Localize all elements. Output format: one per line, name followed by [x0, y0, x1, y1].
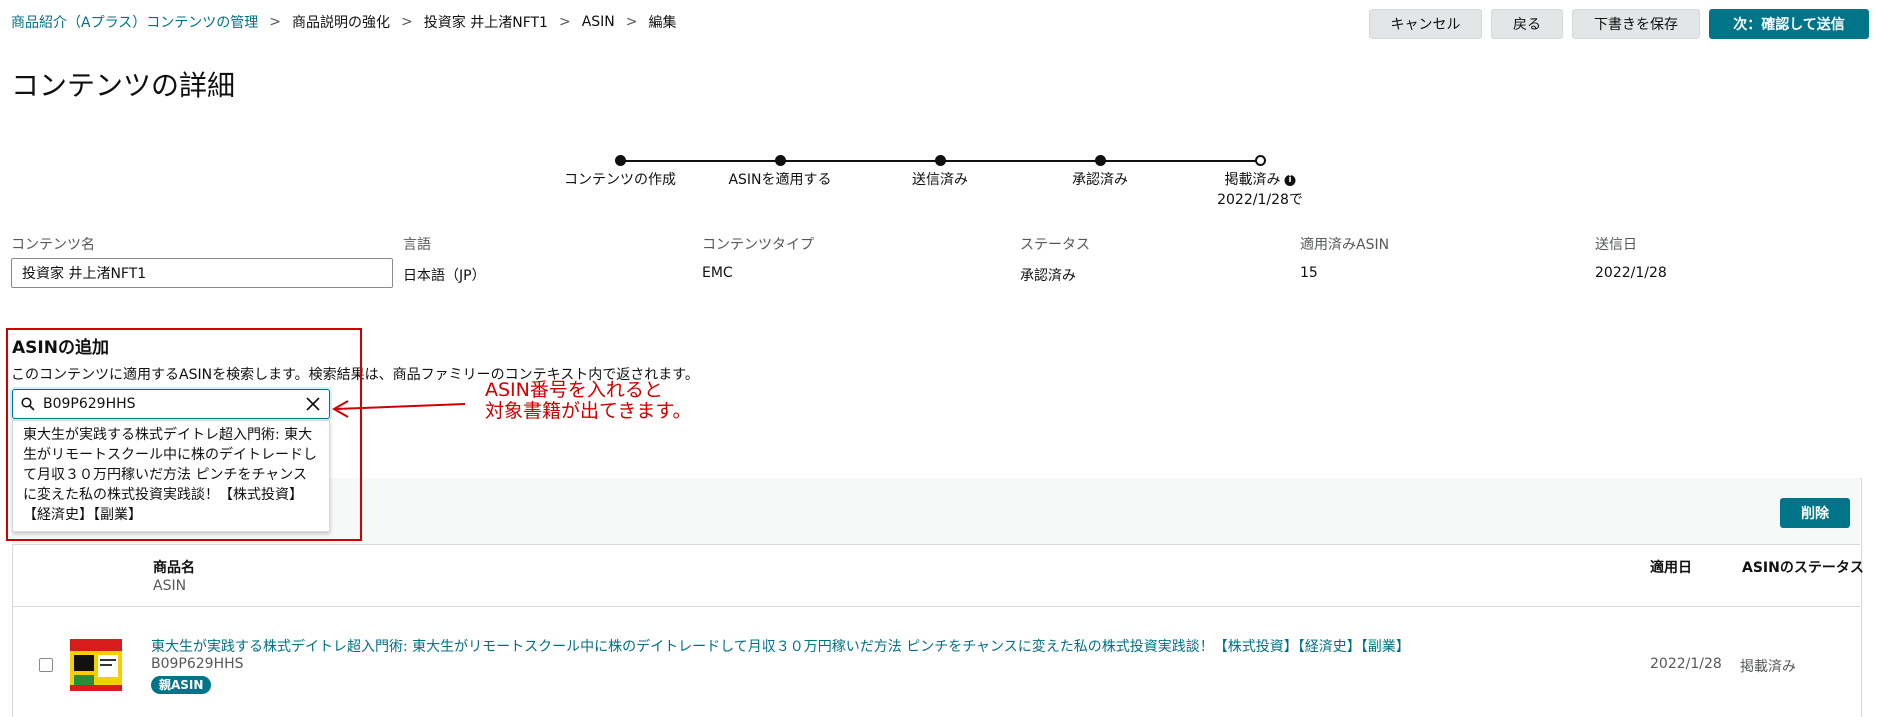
step-label-apply-asin: ASINを適用する — [728, 172, 832, 188]
delete-button[interactable]: 削除 — [1780, 498, 1850, 528]
breadcrumb-item-asin: ASIN — [581, 14, 615, 30]
info-icon[interactable]: i — [1284, 174, 1296, 186]
col-header-asin: ASIN — [153, 578, 187, 594]
step-label-published: 掲載済み i — [1225, 169, 1296, 189]
breadcrumb: 商品紹介（Aプラス）コンテンツの管理 > 商品説明の強化 > 投資家 井上渚NF… — [11, 12, 677, 32]
annotation-arrow-icon — [331, 400, 466, 418]
content-name-value: 投資家 井上渚NFT1 — [22, 266, 147, 282]
breadcrumb-separator: > — [401, 14, 413, 30]
step-dot-complete — [935, 155, 946, 166]
save-draft-button[interactable]: 下書きを保存 — [1572, 9, 1700, 39]
page-title: コンテンツの詳細 — [11, 69, 236, 102]
cancel-button[interactable]: キャンセル — [1369, 9, 1482, 39]
content-name-label: コンテンツ名 — [11, 237, 95, 253]
col-header-asin-status: ASINのステータス — [1742, 560, 1864, 576]
applied-asin-value: 15 — [1300, 265, 1318, 281]
status-value: 承認済み — [1020, 268, 1076, 284]
content-name-input[interactable]: 投資家 井上渚NFT1 — [11, 258, 393, 288]
row-checkbox[interactable] — [39, 658, 53, 672]
breadcrumb-item-enhanced: 商品説明の強化 — [292, 15, 391, 31]
col-header-product-name: 商品名 — [153, 560, 195, 576]
language-value: 日本語（JP） — [403, 268, 486, 284]
step-label-published-text: 掲載済み — [1224, 172, 1281, 188]
annotation-note: ASIN番号を入れると 対象書籍が出てきます。 — [485, 379, 692, 422]
parent-asin-badge: 親ASIN — [151, 676, 212, 694]
applied-asin-label: 適用済みASIN — [1300, 237, 1390, 253]
content-type-value: EMC — [702, 265, 733, 281]
step-published-date: 2022/1/28で — [1217, 192, 1303, 208]
content-type-label: コンテンツタイプ — [702, 237, 814, 253]
annotation-highlight-box — [6, 328, 362, 541]
table-header-divider — [12, 606, 1860, 607]
asin-status-cell: 掲載済み — [1740, 659, 1796, 675]
sent-date-value: 2022/1/28 — [1595, 265, 1667, 281]
step-dot-current — [1255, 155, 1266, 166]
back-button[interactable]: 戻る — [1491, 9, 1563, 39]
step-label-create: コンテンツの作成 — [564, 172, 676, 188]
breadcrumb-separator: > — [558, 14, 571, 30]
product-title-link[interactable]: 東大生が実践する株式デイトレ超入門術: 東大生がリモートスクール中に株のデイトレ… — [151, 636, 1410, 656]
book-cover-thumbnail — [70, 639, 122, 691]
step-label-approved: 承認済み — [1072, 172, 1128, 188]
product-asin: B09P629HHS — [151, 656, 244, 672]
breadcrumb-item-content: 投資家 井上渚NFT1 — [423, 15, 548, 31]
next-review-submit-button[interactable]: 次：確認して送信 — [1709, 9, 1869, 39]
breadcrumb-item-edit: 編集 — [648, 15, 677, 31]
step-dot-complete — [1095, 155, 1106, 166]
step-dot-complete — [615, 155, 626, 166]
breadcrumb-separator: > — [269, 14, 282, 30]
sent-date-label: 送信日 — [1595, 237, 1637, 253]
step-label-sent: 送信済み — [912, 172, 968, 188]
breadcrumb-separator: > — [625, 14, 638, 30]
applied-date-cell: 2022/1/28 — [1650, 656, 1722, 672]
col-header-applied-date: 適用日 — [1650, 560, 1692, 576]
step-dot-complete — [775, 155, 786, 166]
status-label: ステータス — [1020, 237, 1090, 253]
breadcrumb-link-aplus[interactable]: 商品紹介（Aプラス）コンテンツの管理 — [11, 12, 258, 32]
language-label: 言語 — [403, 237, 431, 253]
